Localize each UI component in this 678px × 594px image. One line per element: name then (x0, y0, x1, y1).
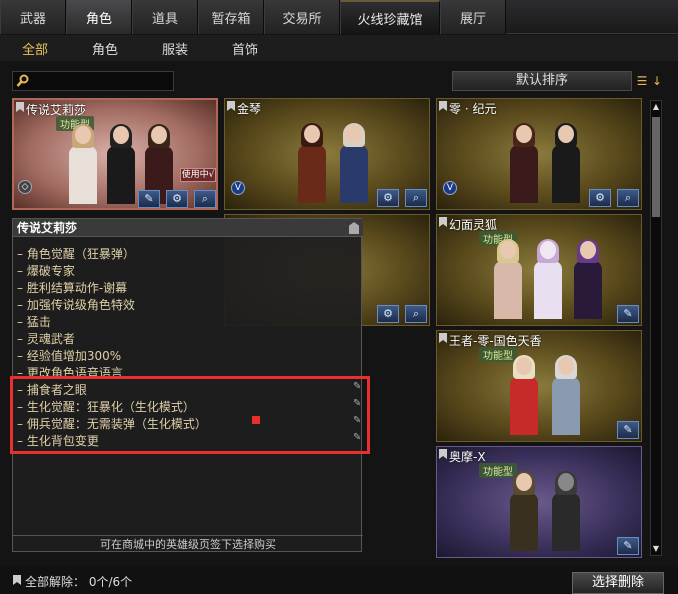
wrench-button[interactable]: ✎ (617, 305, 639, 323)
subtab-characters[interactable]: 角色 (70, 35, 140, 61)
tab-exchange[interactable]: 交易所 (264, 0, 340, 34)
character-card[interactable]: 幻面灵狐 功能型 ✎ (436, 214, 642, 326)
scroll-thumb[interactable] (652, 117, 660, 217)
bookmark-icon (227, 101, 235, 111)
gear-button[interactable]: ⚙ (377, 305, 399, 323)
sub-tabs: 全部 角色 服装 首饰 (0, 35, 678, 61)
bookmark-icon (439, 449, 447, 459)
character-card[interactable]: 金琴 V ⚙ ⌕ (224, 98, 430, 210)
card-title: 金琴 (237, 102, 262, 116)
collection-window: 武器 角色 道具 暂存箱 交易所 火线珍藏馆 展厅 全部 角色 服装 首饰 默认… (0, 0, 678, 594)
scrollbar[interactable]: ▲ ▼ (650, 100, 662, 556)
wrench-button[interactable]: ✎ (617, 537, 639, 555)
rank-icon (349, 222, 359, 234)
search-button[interactable]: ⌕ (405, 305, 427, 323)
tab-weapons[interactable]: 武器 (0, 0, 66, 34)
search-input[interactable] (12, 71, 174, 91)
wrench-button[interactable]: ✎ (138, 190, 160, 208)
rank-icon: ◇ (18, 180, 32, 194)
feature-item: – 胜利结算动作-谢幕 (17, 281, 128, 295)
tooltip-footer: 可在商城中的英雄级页签下选择购买 (13, 535, 363, 553)
character-card[interactable]: 奥摩-X 功能型 ✎ (436, 446, 642, 558)
select-delete-button[interactable]: 选择删除 (572, 572, 664, 594)
search-button[interactable]: ⌕ (405, 189, 427, 207)
feature-item: – 灵魂武者 (17, 332, 75, 346)
bookmark-icon (439, 333, 447, 343)
scroll-up-icon[interactable]: ▲ (651, 101, 661, 113)
list-icon[interactable]: ☰ (635, 72, 649, 90)
bookmark-icon (16, 102, 24, 112)
in-use-badge: 使用中√ (180, 168, 216, 182)
gear-button[interactable]: ⚙ (589, 189, 611, 207)
search-button[interactable]: ⌕ (617, 189, 639, 207)
v-rank-icon: V (231, 181, 245, 195)
wrench-button[interactable]: ✎ (617, 421, 639, 439)
highlight-box (10, 376, 370, 454)
feature-item: – 角色觉醒（狂暴弹） (17, 247, 135, 261)
gear-button[interactable]: ⚙ (377, 189, 399, 207)
tab-items[interactable]: 道具 (132, 0, 198, 34)
feature-item: – 经验值增加300% (17, 349, 122, 363)
search-button[interactable]: ⌕ (194, 190, 216, 208)
gear-button[interactable]: ⚙ (166, 190, 188, 208)
character-card[interactable]: 王者-零-国色天香 功能型 ✎ (436, 330, 642, 442)
main-tabs: 武器 角色 道具 暂存箱 交易所 火线珍藏馆 展厅 (0, 0, 678, 34)
tab-storage[interactable]: 暂存箱 (198, 0, 264, 34)
feature-item: – 加强传说级角色特效 (17, 298, 135, 312)
character-portrait (477, 233, 617, 319)
sort-dropdown[interactable]: 默认排序 (452, 71, 632, 91)
feature-item: – 爆破专家 (17, 264, 75, 278)
sort-down-icon[interactable]: ↓ (650, 72, 664, 90)
red-marker (252, 416, 260, 424)
subtab-outfits[interactable]: 服装 (140, 35, 210, 61)
tab-characters[interactable]: 角色 (66, 0, 132, 34)
character-card[interactable]: 传说艾莉莎 功能型 ◇ 使用中√ ✎ ⚙ ⌕ (12, 98, 218, 210)
scroll-down-icon[interactable]: ▼ (651, 543, 661, 555)
feature-item: – 猛击 (17, 315, 51, 329)
character-card[interactable]: 零 · 纪元 V ⚙ ⌕ (436, 98, 642, 210)
character-portrait (477, 465, 617, 551)
tooltip-title: 传说艾莉莎 (13, 219, 363, 237)
v-rank-icon: V (443, 181, 457, 195)
subtab-accessories[interactable]: 首饰 (210, 35, 280, 61)
tab-showroom[interactable]: 展厅 (440, 0, 506, 34)
release-count: 全部解除： 0个/6个 (25, 575, 133, 589)
subtab-all[interactable]: 全部 (0, 35, 70, 61)
bookmark-icon (439, 101, 447, 111)
character-portrait (477, 349, 617, 435)
tab-collection[interactable]: 火线珍藏馆 (340, 0, 440, 34)
search-icon (16, 74, 29, 87)
bookmark-icon (439, 217, 447, 227)
card-title: 零 · 纪元 (449, 102, 497, 116)
